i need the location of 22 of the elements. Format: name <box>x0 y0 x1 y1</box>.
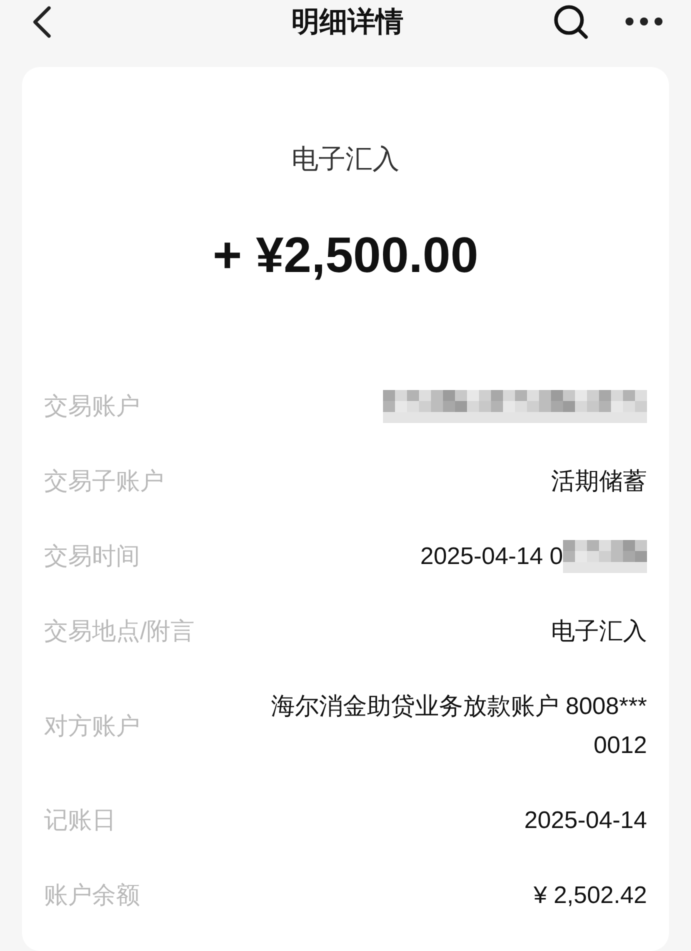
detail-label: 交易地点/附言 <box>44 617 195 647</box>
detail-value: ¥ 2,502.42 <box>534 881 647 911</box>
transaction-amount: + ¥2,500.00 <box>212 226 478 285</box>
back-button[interactable] <box>32 4 52 38</box>
search-button[interactable] <box>553 4 589 40</box>
detail-value: 海尔消金助贷业务放款账户 8008*** 0012 <box>270 692 647 761</box>
detail-label: 记账日 <box>44 806 116 836</box>
detail-value: 电子汇入 <box>551 617 647 647</box>
more-button[interactable] <box>625 17 663 26</box>
detail-label: 账户余额 <box>44 881 140 911</box>
detail-value: 2025-04-14 <box>524 806 647 836</box>
detail-label: 交易子账户 <box>44 467 164 497</box>
detail-value: 2025-04-14 0 <box>420 542 563 572</box>
detail-value: 活期储蓄 <box>551 467 647 497</box>
transaction-type: 电子汇入 <box>292 143 400 176</box>
more-icon <box>625 17 663 26</box>
page-title: 明细详情 <box>292 4 404 38</box>
detail-label: 对方账户 <box>44 712 140 742</box>
search-icon <box>553 4 589 40</box>
detail-label: 交易账户 <box>44 392 140 422</box>
detail-label: 交易时间 <box>44 542 140 572</box>
chevron-left-icon <box>32 4 52 38</box>
